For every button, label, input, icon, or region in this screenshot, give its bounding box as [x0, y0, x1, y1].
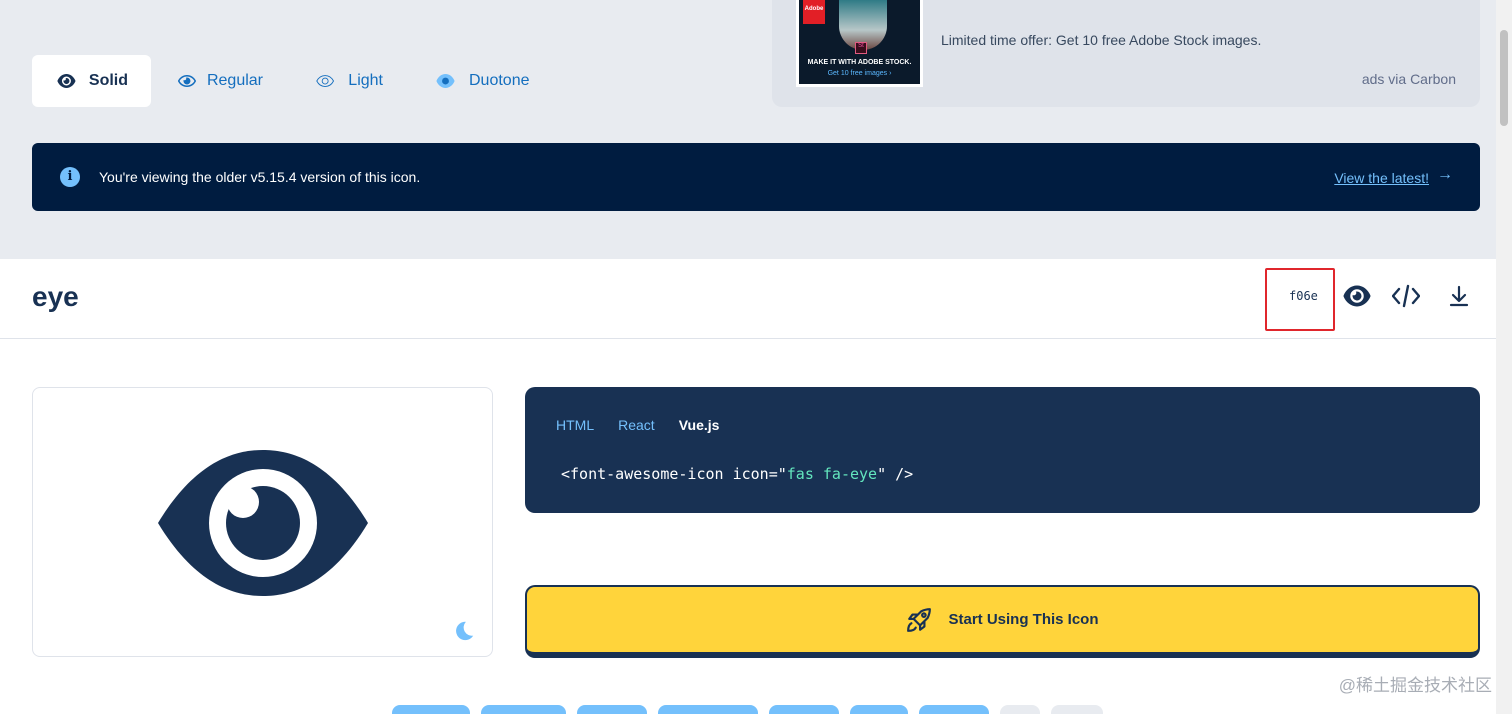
code-snippet-box: HTML React Vue.js <font-awesome-icon ico… [525, 387, 1480, 513]
tag-pill[interactable] [850, 705, 908, 714]
download-icon[interactable] [1445, 284, 1473, 308]
code-tab-html[interactable]: HTML [556, 417, 594, 433]
eye-icon[interactable] [1343, 284, 1371, 308]
tag-pill[interactable] [658, 705, 758, 714]
eye-solid-icon [57, 74, 76, 88]
info-icon: i [60, 167, 80, 187]
eye-preview-icon [158, 450, 368, 596]
ad-attribution[interactable]: ads via Carbon [1362, 71, 1456, 87]
snippet-prefix: <font-awesome-icon icon=" [561, 465, 787, 483]
code-tab-react[interactable]: React [618, 417, 655, 433]
eye-regular-icon [178, 75, 196, 87]
style-tab-label: Solid [88, 72, 128, 89]
stock-badge-icon: St [855, 42, 867, 54]
snippet-suffix: " /> [877, 465, 914, 483]
code-icon[interactable] [1392, 284, 1420, 308]
icon-title-row: eye f06e [0, 259, 1496, 339]
tag-pill[interactable] [577, 705, 647, 714]
tag-pill[interactable] [481, 705, 566, 714]
start-using-button[interactable]: Start Using This Icon [525, 585, 1480, 658]
eye-light-icon [316, 75, 335, 87]
watermark: @稀土掘金技术社区 [1338, 676, 1492, 695]
icon-detail-panel: eye f06e HTML React Vue.js <font-awesome… [0, 259, 1496, 714]
tag-pill[interactable] [1051, 705, 1103, 714]
style-tab-label: Duotone [469, 72, 530, 89]
moon-icon[interactable] [453, 620, 475, 642]
ad-image-subcaption: Get 10 free images › [827, 70, 892, 77]
tag-pill[interactable] [769, 705, 839, 714]
eye-duotone-icon [436, 74, 455, 88]
icon-name: eye [32, 281, 79, 312]
tag-pill[interactable] [919, 705, 989, 714]
style-tab-light[interactable]: Light [290, 55, 406, 107]
tag-pill[interactable] [1000, 705, 1040, 714]
unicode-value[interactable]: f06e [1289, 289, 1318, 303]
icon-preview-card [32, 387, 493, 657]
version-banner: i You're viewing the older v5.15.4 versi… [32, 143, 1480, 211]
ad-image-caption: MAKE IT WITH ADOBE STOCK. [807, 59, 912, 66]
view-latest-link[interactable]: View the latest! [1334, 170, 1429, 186]
ad-text[interactable]: Limited time offer: Get 10 free Adobe St… [941, 32, 1261, 48]
style-tab-label: Regular [206, 72, 263, 89]
rocket-icon [907, 607, 932, 632]
style-tab-regular[interactable]: Regular [155, 55, 286, 107]
arrow-right-icon: → [1437, 166, 1453, 183]
tag-pill[interactable] [392, 705, 470, 714]
carbon-ad[interactable]: Adobe St MAKE IT WITH ADOBE STOCK. Get 1… [772, 0, 1480, 107]
tag-list [392, 705, 1114, 714]
code-snippet[interactable]: <font-awesome-icon icon="fas fa-eye" /> [561, 465, 913, 483]
code-tab-vue[interactable]: Vue.js [679, 417, 720, 433]
style-tab-label: Light [348, 72, 383, 89]
banner-message: You're viewing the older v5.15.4 version… [99, 169, 421, 185]
page-scrollbar[interactable] [1496, 0, 1512, 714]
style-tabs: Solid Regular Light Duotone [32, 55, 557, 107]
start-using-label: Start Using This Icon [948, 611, 1099, 628]
style-tab-solid[interactable]: Solid [32, 55, 151, 107]
snippet-value: fas fa-eye [786, 465, 878, 483]
scrollbar-thumb[interactable] [1500, 30, 1508, 126]
code-tabs: HTML React Vue.js [556, 417, 743, 433]
style-tab-duotone[interactable]: Duotone [410, 55, 553, 107]
ad-image[interactable]: Adobe St MAKE IT WITH ADOBE STOCK. Get 1… [796, 0, 923, 87]
adobe-logo: Adobe [803, 0, 825, 24]
